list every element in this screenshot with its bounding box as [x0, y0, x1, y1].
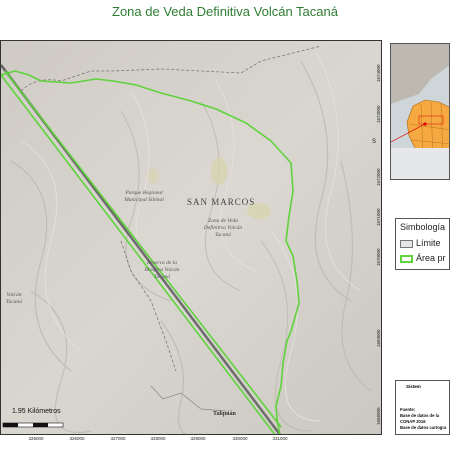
inset-marker-label: S	[372, 139, 377, 145]
right-coord-label: 1672000	[376, 168, 381, 186]
scale-bar	[2, 422, 64, 428]
info-line: CONAP 2016	[400, 419, 426, 424]
inset-map	[390, 43, 450, 180]
right-coord-label: 1673000	[376, 105, 381, 123]
volcan-label: Volcán Tacaná	[6, 292, 22, 305]
info-title: Sistem	[406, 384, 421, 389]
terrain-map	[1, 41, 381, 434]
right-coord-label: 1669000	[376, 329, 381, 347]
bottom-coord-label: 330000	[232, 436, 248, 441]
info-line: Fuente:	[400, 407, 416, 412]
right-coord-label: 1671000	[376, 208, 381, 226]
map-canvas[interactable]	[0, 40, 382, 435]
info-box: Sistem Fuente: Base de datos de la CONAP…	[395, 380, 450, 435]
city-label: SAN MARCOS	[187, 197, 256, 207]
info-line: Base de datos cartogra	[400, 425, 447, 430]
parque-label: Parque Regional Municipal Sibinal	[124, 190, 164, 203]
legend: Simbología Límite Área pr	[395, 218, 450, 270]
legend-item-protected: Área pr	[400, 253, 446, 263]
legend-swatch-protected	[400, 254, 413, 263]
town-label: Talquián	[213, 411, 236, 417]
legend-item-limit: Límite	[400, 238, 441, 248]
legend-item-label: Límite	[416, 238, 441, 248]
zona-label: Zona de Veda Definitiva Volcán Tacaná	[203, 218, 243, 238]
bottom-coord-label: 326000	[69, 436, 85, 441]
legend-title: Simbología	[400, 222, 446, 232]
right-coord-label: 1670000	[376, 248, 381, 266]
legend-swatch-limit	[400, 239, 413, 248]
reserva-label: Reserva de la Biosfera Volcán Tacaná	[144, 260, 180, 280]
legend-item-label: Área pr	[416, 253, 446, 263]
bottom-coord-label: 325000	[28, 436, 44, 441]
bottom-coord-label: 331000	[272, 436, 288, 441]
right-coord-label: 1674000	[376, 64, 381, 82]
bottom-coord-label: 327000	[110, 436, 126, 441]
right-coord-label: 1668000	[376, 407, 381, 425]
inset-ocean	[391, 148, 449, 179]
inset-svg	[391, 44, 449, 179]
info-line: Base de datos de la	[400, 413, 440, 418]
bottom-coord-label: 328000	[150, 436, 166, 441]
map-title: Zona de Veda Definitiva Volcán Tacaná	[112, 4, 338, 19]
bottom-coord-label: 329000	[190, 436, 206, 441]
scale-label: 1.95 Kilómetros	[12, 408, 61, 415]
